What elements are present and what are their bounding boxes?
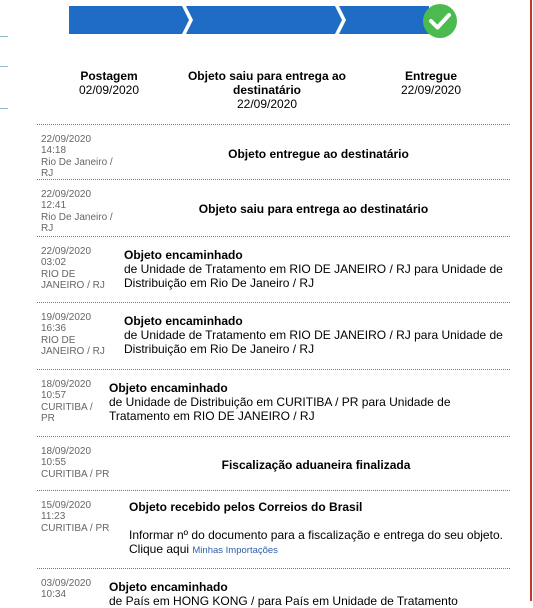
progress-step-3 — [339, 6, 429, 34]
event-date: 22/09/2020 — [41, 189, 92, 200]
event-body: Objeto encaminhado de País em HONG KONG … — [109, 580, 493, 608]
event-time: 10:57 — [41, 390, 67, 402]
left-divider — [0, 36, 8, 37]
event-when: 03/09/2020 10:34 — [41, 578, 119, 601]
tracking-event: 18/09/2020 10:57 CURITIBA / PR Objeto en… — [37, 369, 510, 436]
event-place: RIO DE JANEIRO / RJ — [41, 268, 105, 291]
left-divider — [0, 66, 8, 67]
event-detail: de País em HONG KONG / para País em Unid… — [109, 594, 458, 608]
check-circle-icon — [422, 3, 458, 39]
event-title: Objeto encaminhado — [109, 580, 228, 594]
event-body: Objeto encaminhado de Unidade de Distrib… — [109, 381, 469, 423]
progress-step-1 — [69, 6, 189, 34]
event-detail: de Unidade de Tratamento em RIO DE JANEI… — [124, 328, 503, 356]
tracking-event: 19/09/2020 16:36 RIO DE JANEIRO / RJ Obj… — [37, 302, 510, 369]
event-date: 18/09/2020 — [41, 446, 92, 457]
event-title: Objeto saiu para entrega ao destinatário — [198, 202, 429, 216]
milestone-delivered: Entregue 22/09/2020 — [386, 69, 476, 97]
milestones: Postagem 02/09/2020 Objeto saiu para ent… — [0, 69, 533, 114]
progress-step-2 — [186, 6, 342, 34]
milestone-out-for-delivery: Objeto saiu para entrega ao destinatário… — [172, 69, 362, 111]
event-date: 22/09/2020 — [41, 134, 92, 145]
milestone-date: 22/09/2020 — [236, 97, 298, 111]
event-body: Objeto encaminhado de Unidade de Tratame… — [124, 314, 508, 356]
event-title: Fiscalização aduaneira finalizada — [221, 458, 411, 472]
milestone-postagem: Postagem 02/09/2020 — [64, 69, 154, 97]
milestone-title: Postagem — [80, 69, 138, 83]
event-time: 03:02 — [41, 257, 67, 269]
event-when: 15/09/2020 11:23 CURITIBA / PR — [41, 500, 119, 534]
event-title: Objeto entregue ao destinatário — [228, 147, 409, 161]
event-date: 19/09/2020 — [41, 312, 92, 323]
tracking-events-list: 22/09/2020 14:18 Rio De Janeiro / RJ Obj… — [37, 124, 510, 608]
event-time: 10:34 — [41, 589, 67, 601]
event-detail-text: Informar nº do documento para a fiscaliz… — [129, 528, 503, 556]
milestone-date: 22/09/2020 — [400, 83, 462, 97]
tracking-event: 15/09/2020 11:23 CURITIBA / PR Objeto re… — [37, 490, 510, 568]
tracking-event: 22/09/2020 03:02 RIO DE JANEIRO / RJ Obj… — [37, 236, 510, 302]
event-date: 18/09/2020 — [41, 379, 92, 390]
tracking-event: 22/09/2020 14:18 Rio De Janeiro / RJ Obj… — [37, 124, 510, 179]
event-when: 22/09/2020 03:02 RIO DE JANEIRO / RJ — [41, 246, 119, 291]
milestone-date: 02/09/2020 — [78, 83, 140, 97]
event-date: 03/09/2020 — [41, 578, 92, 589]
event-when: 18/09/2020 10:57 CURITIBA / PR — [41, 379, 99, 424]
event-place: CURITIBA / PR — [41, 401, 93, 424]
event-title: Objeto encaminhado — [124, 314, 243, 328]
event-detail: de Unidade de Distribuição em CURITIBA /… — [109, 395, 451, 423]
event-title: Objeto encaminhado — [109, 381, 228, 395]
event-body: Objeto encaminhado de Unidade de Tratame… — [124, 248, 508, 290]
tracking-event: 18/09/2020 10:55 CURITIBA / PR Fiscaliza… — [37, 436, 510, 490]
event-title: Objeto recebido pelos Correios do Brasil — [129, 500, 363, 514]
milestone-title: Objeto saiu para entrega ao destinatário — [187, 69, 347, 97]
milestone-title: Entregue — [404, 69, 457, 83]
minhas-importacoes-link[interactable]: Minhas Importações — [192, 545, 278, 556]
tracking-event: 22/09/2020 12:41 Rio De Janeiro / RJ Obj… — [37, 179, 510, 236]
event-time: 11:23 — [41, 511, 66, 523]
event-detail: de Unidade de Tratamento em RIO DE JANEI… — [124, 262, 503, 290]
delivery-progress-bar — [69, 4, 461, 38]
event-body: Objeto recebido pelos Correios do Brasil… — [129, 500, 509, 558]
event-date: 15/09/2020 — [41, 500, 92, 511]
tracking-event: 03/09/2020 10:34 Objeto encaminhado de P… — [37, 568, 510, 608]
event-title: Objeto encaminhado — [124, 248, 243, 262]
event-time: 16:36 — [41, 323, 67, 335]
event-when: 19/09/2020 16:36 RIO DE JANEIRO / RJ — [41, 312, 119, 357]
event-place: RIO DE JANEIRO / RJ — [41, 334, 105, 357]
event-detail: Informar nº do documento para a fiscaliz… — [129, 528, 509, 558]
event-date: 22/09/2020 — [41, 246, 92, 257]
event-place: CURITIBA / PR — [41, 522, 110, 534]
